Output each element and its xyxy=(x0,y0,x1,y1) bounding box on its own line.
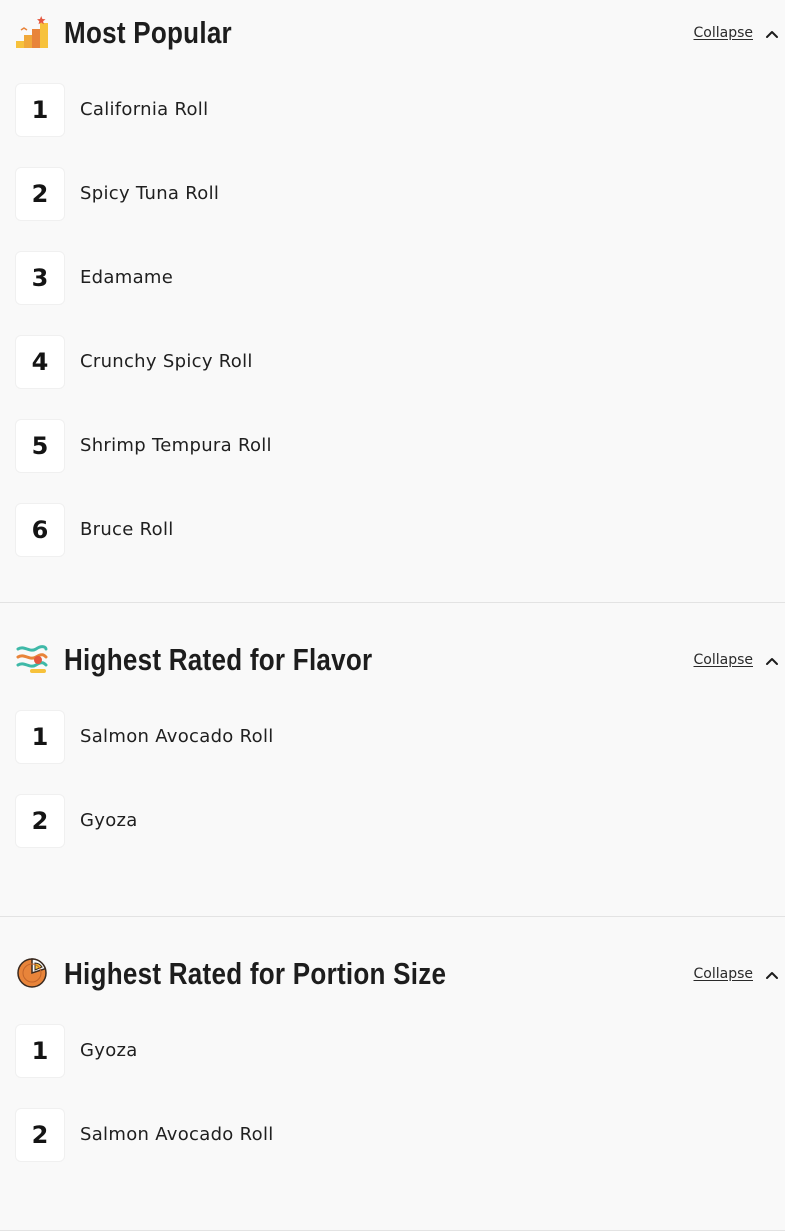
section-header: Highest Rated for Portion Size Collapse xyxy=(0,941,785,1007)
item-name[interactable]: Gyoza xyxy=(80,808,138,834)
trophy-stairs-icon xyxy=(16,16,48,48)
section-highest-rated-flavor: Highest Rated for Flavor Collapse 1 Salm… xyxy=(0,627,785,917)
rank-badge: 1 xyxy=(16,711,64,763)
section-title: Highest Rated for Portion Size xyxy=(64,956,447,991)
rank-badge: 3 xyxy=(16,252,64,304)
section-highest-rated-portion: Highest Rated for Portion Size Collapse … xyxy=(0,941,785,1231)
list-item[interactable]: 2 Spicy Tuna Roll xyxy=(0,146,785,230)
ranked-list: 1 Salmon Avocado Roll 2 Gyoza xyxy=(0,689,785,857)
item-name[interactable]: Salmon Avocado Roll xyxy=(80,1122,274,1148)
chevron-up-icon xyxy=(765,653,779,667)
collapse-label: Collapse xyxy=(693,652,754,668)
list-item[interactable]: 5 Shrimp Tempura Roll xyxy=(0,398,785,482)
chevron-up-icon xyxy=(765,26,779,40)
rank-badge: 4 xyxy=(16,336,64,388)
list-item[interactable]: 1 Gyoza xyxy=(0,1003,785,1087)
list-item[interactable]: 3 Edamame xyxy=(0,230,785,314)
item-name[interactable]: Gyoza xyxy=(80,1038,138,1064)
section-most-popular: Most Popular Collapse 1 California Roll … xyxy=(0,0,785,603)
item-name[interactable]: Salmon Avocado Roll xyxy=(80,724,274,750)
list-item[interactable]: 4 Crunchy Spicy Roll xyxy=(0,314,785,398)
item-name[interactable]: Crunchy Spicy Roll xyxy=(80,349,253,375)
rank-badge: 2 xyxy=(16,795,64,847)
ranked-list: 1 Gyoza 2 Salmon Avocado Roll xyxy=(0,1003,785,1171)
section-header: Highest Rated for Flavor Collapse xyxy=(0,627,785,693)
list-item[interactable]: 1 Salmon Avocado Roll xyxy=(0,689,785,773)
collapse-button[interactable]: Collapse xyxy=(694,963,780,985)
item-name[interactable]: Bruce Roll xyxy=(80,517,174,543)
collapse-label: Collapse xyxy=(693,966,754,982)
rank-badge: 6 xyxy=(16,504,64,556)
list-item[interactable]: 6 Bruce Roll xyxy=(0,482,785,566)
list-item[interactable]: 2 Salmon Avocado Roll xyxy=(0,1087,785,1171)
section-title: Most Popular xyxy=(64,15,232,50)
list-item[interactable]: 1 California Roll xyxy=(0,62,785,146)
section-header: Most Popular Collapse xyxy=(0,0,785,66)
rank-badge: 1 xyxy=(16,84,64,136)
list-item[interactable]: 2 Gyoza xyxy=(0,773,785,857)
section-title: Highest Rated for Flavor xyxy=(64,642,373,677)
flavor-waves-icon xyxy=(16,643,48,675)
item-name[interactable]: Shrimp Tempura Roll xyxy=(80,433,272,459)
chevron-up-icon xyxy=(765,967,779,981)
item-name[interactable]: Edamame xyxy=(80,265,173,291)
rank-badge: 2 xyxy=(16,168,64,220)
collapse-button[interactable]: Collapse xyxy=(694,22,780,44)
rank-badge: 2 xyxy=(16,1109,64,1161)
item-name[interactable]: California Roll xyxy=(80,97,208,123)
ranked-list: 1 California Roll 2 Spicy Tuna Roll 3 Ed… xyxy=(0,62,785,566)
collapse-label: Collapse xyxy=(693,25,754,41)
collapse-button[interactable]: Collapse xyxy=(694,649,780,671)
rank-badge: 5 xyxy=(16,420,64,472)
item-name[interactable]: Spicy Tuna Roll xyxy=(80,181,219,207)
rank-badge: 1 xyxy=(16,1025,64,1077)
pie-portion-icon xyxy=(16,957,48,989)
